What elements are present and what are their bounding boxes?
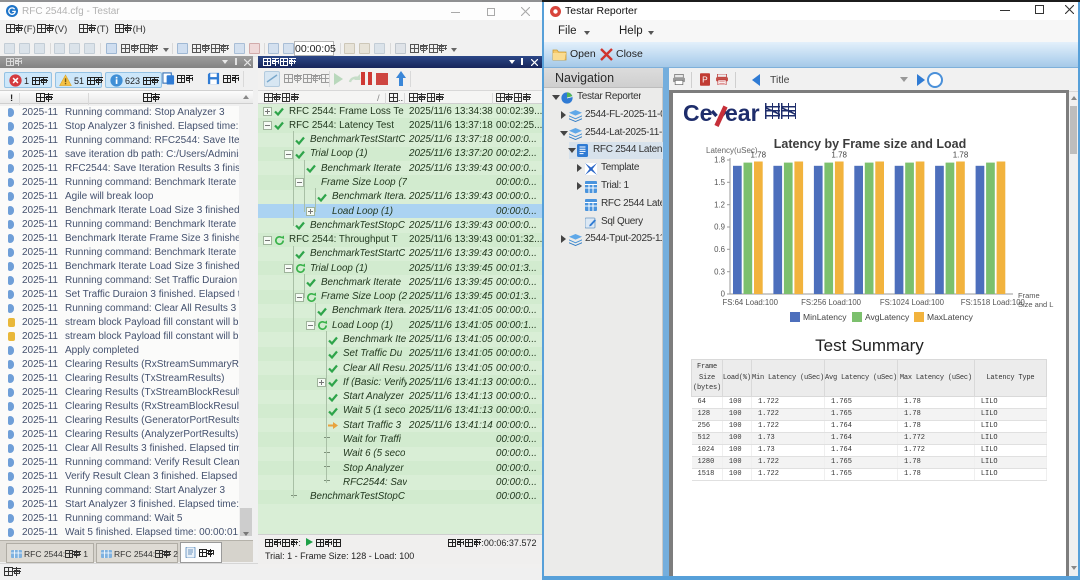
svg-text:1.2: 1.2 — [714, 200, 725, 209]
svg-text:AvgLatency: AvgLatency — [865, 312, 910, 322]
svg-text:FS:1024 Load:100: FS:1024 Load:100 — [880, 298, 945, 307]
svg-text:0.9: 0.9 — [714, 223, 725, 232]
svg-text:1.78: 1.78 — [751, 151, 767, 160]
svg-text:1.78: 1.78 — [953, 151, 969, 160]
svg-text:1.78: 1.78 — [831, 151, 847, 160]
svg-text:0.6: 0.6 — [714, 245, 725, 254]
svg-text:Size and L: Size and L — [1018, 300, 1053, 309]
svg-text:1.5: 1.5 — [714, 178, 726, 187]
svg-text:Latency by Frame size and Load: Latency by Frame size and Load — [774, 137, 966, 151]
svg-text:MinLatency: MinLatency — [803, 312, 847, 322]
svg-text:FS:256 Load:100: FS:256 Load:100 — [801, 298, 861, 307]
svg-text:0.3: 0.3 — [714, 267, 725, 276]
svg-text:Frame: Frame — [1018, 291, 1040, 300]
svg-text:FS:64 Load:100: FS:64 Load:100 — [722, 298, 778, 307]
svg-text:MaxLatency: MaxLatency — [927, 312, 974, 322]
svg-text:1.8: 1.8 — [714, 156, 725, 165]
svg-text:P: P — [702, 74, 708, 84]
svg-text:FS:1518 Load:100: FS:1518 Load:100 — [961, 298, 1026, 307]
